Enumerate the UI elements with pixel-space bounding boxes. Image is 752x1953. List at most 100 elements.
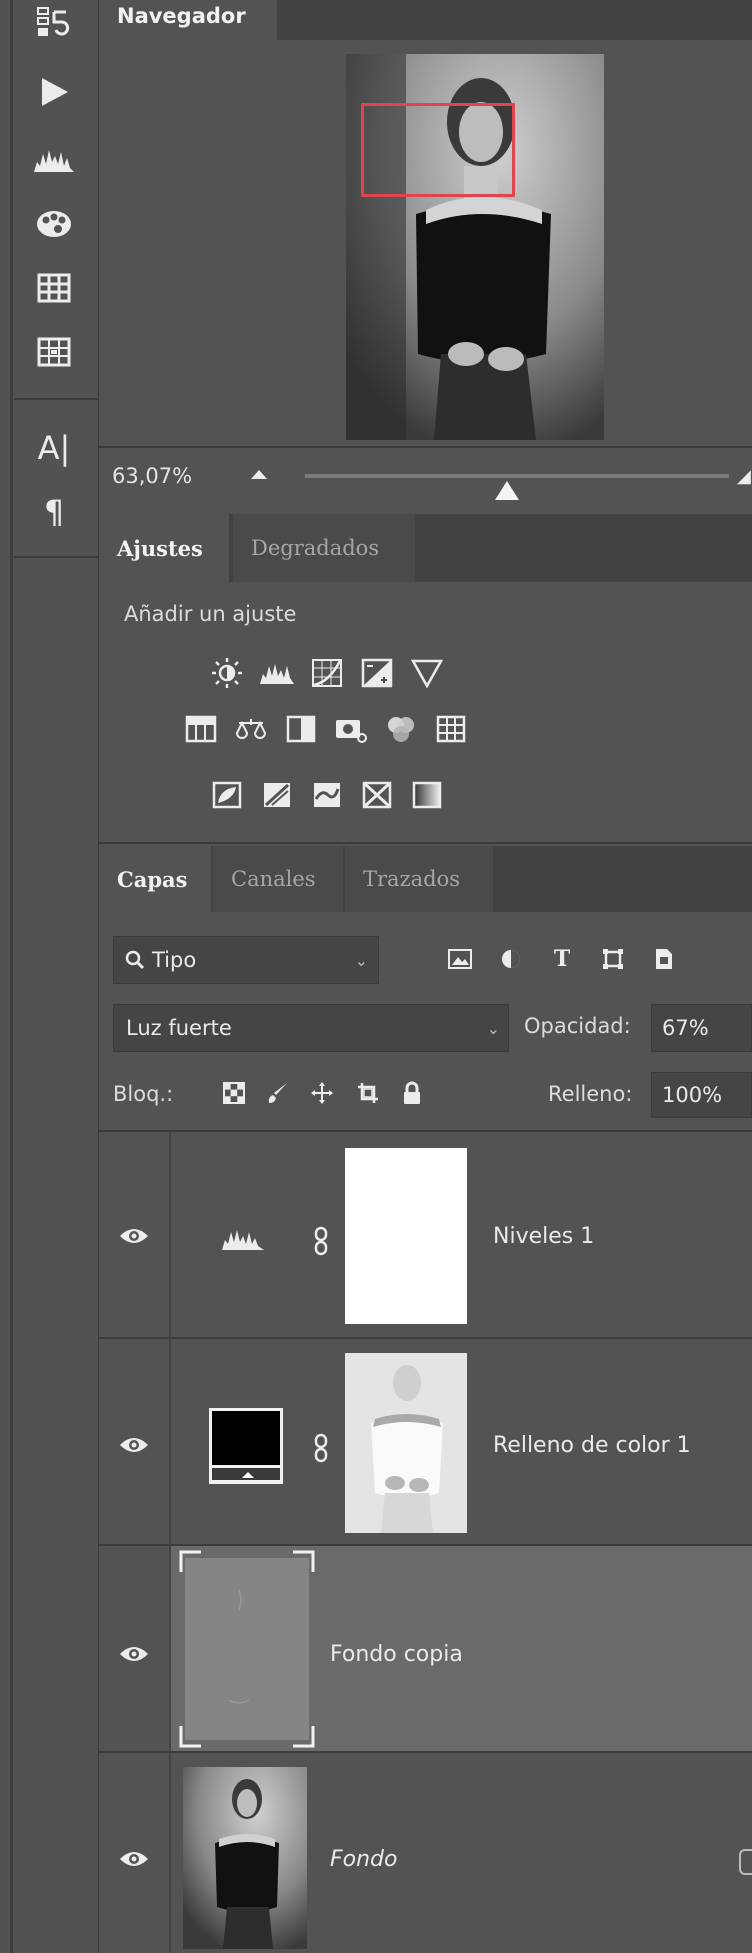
tab-paths-label: Trazados — [363, 867, 461, 891]
lock-artboard-icon[interactable] — [353, 1078, 383, 1108]
channel-mixer-icon[interactable] — [383, 712, 419, 746]
adjustment-row-3 — [209, 778, 445, 812]
adjustments-tabbar: Ajustes Degradados — [99, 514, 752, 582]
lock-all-icon[interactable] — [397, 1078, 427, 1108]
threshold-icon[interactable] — [309, 778, 345, 812]
gradient-map-icon[interactable] — [409, 778, 445, 812]
table-grid-icon[interactable] — [30, 268, 78, 308]
add-adjustment-label: Añadir un ajuste — [124, 602, 297, 626]
layers-tabbar: Capas Canales Trazados — [99, 846, 752, 912]
layer-thumbnail-selected[interactable] — [179, 1550, 315, 1748]
opacity-input[interactable]: 67% — [651, 1004, 752, 1052]
layer-link-icon[interactable] — [313, 1226, 329, 1256]
glyph-grid-icon[interactable] — [30, 332, 78, 372]
posterize-icon[interactable] — [259, 778, 295, 812]
play-action-icon[interactable] — [30, 72, 78, 112]
lock-image-pixels-icon[interactable] — [263, 1078, 293, 1108]
fill-label: Relleno: — [548, 1082, 633, 1106]
levels-adjustment-icon — [222, 1230, 264, 1250]
lock-position-icon[interactable] — [307, 1078, 337, 1108]
tool-strip: A| ¶ — [0, 0, 99, 1953]
zoom-value[interactable]: 63,07% — [112, 464, 192, 488]
blend-mode-select[interactable]: Luz fuerte ⌄ — [113, 1004, 509, 1052]
tab-adjustments[interactable]: Ajustes — [99, 514, 229, 582]
filter-adjustment-icon[interactable] — [496, 944, 526, 974]
navigator-divider — [99, 446, 752, 448]
filter-shape-icon[interactable] — [598, 944, 628, 974]
zoom-slider-track[interactable] — [305, 474, 729, 478]
toolbar-edge — [10, 0, 13, 1953]
filter-type-icon[interactable]: T — [547, 944, 577, 974]
photo-filter-icon[interactable] — [333, 712, 369, 746]
search-icon — [125, 950, 145, 970]
toolbar-divider — [14, 398, 98, 400]
layer-filter-select[interactable]: Tipo ⌄ — [113, 936, 379, 984]
tab-gradients-label: Degradados — [251, 536, 380, 560]
adjustments-divider — [99, 842, 752, 844]
eye-visibility-icon[interactable] — [119, 1849, 149, 1869]
layer-row-color-fill[interactable]: Relleno de color 1 — [99, 1339, 752, 1546]
eye-visibility-icon[interactable] — [119, 1644, 149, 1664]
layer-name[interactable]: Fondo — [330, 1847, 397, 1872]
layer-row-levels[interactable]: Niveles 1 — [99, 1132, 752, 1339]
layer-mask-thumbnail[interactable] — [345, 1148, 467, 1324]
toolbar-divider — [14, 556, 98, 558]
filter-pixel-icon[interactable] — [445, 944, 475, 974]
tab-layers-label: Capas — [117, 866, 188, 892]
palette-icon[interactable] — [30, 204, 78, 244]
selective-color-icon[interactable] — [359, 778, 395, 812]
levels-icon[interactable] — [259, 656, 295, 690]
navigator-view-frame[interactable] — [361, 103, 515, 197]
tab-adjustments-label: Ajustes — [117, 535, 203, 561]
layer-name[interactable]: Fondo copia — [330, 1642, 463, 1667]
character-text-icon[interactable]: A| — [30, 428, 78, 468]
lock-icon[interactable] — [739, 1849, 752, 1875]
paragraph-icon[interactable]: ¶ — [30, 492, 78, 532]
filter-smart-object-icon[interactable] — [649, 944, 679, 974]
brightness-contrast-icon[interactable] — [209, 656, 245, 690]
chevron-down-icon: ⌄ — [354, 950, 368, 970]
invert-icon[interactable] — [209, 778, 245, 812]
layer-name[interactable]: Relleno de color 1 — [493, 1433, 691, 1458]
tab-channels[interactable]: Canales — [213, 846, 343, 912]
black-white-icon[interactable] — [283, 712, 319, 746]
layer-filter-label: Tipo — [152, 948, 197, 972]
lock-label: Bloq.: — [113, 1082, 174, 1106]
zoom-slider-handle[interactable] — [493, 480, 521, 502]
layer-thumbnail[interactable] — [183, 1767, 307, 1949]
character-symbol: A| — [37, 429, 71, 467]
adjustment-row-1 — [209, 656, 445, 690]
zoom-in-icon[interactable]: ◢ — [737, 466, 752, 487]
tab-navigator-label: Navegador — [117, 4, 246, 28]
tab-gradients[interactable]: Degradados — [233, 514, 415, 582]
tab-layers[interactable]: Capas — [99, 846, 211, 912]
layer-link-icon[interactable] — [313, 1433, 329, 1463]
adjustment-row-2 — [183, 712, 469, 746]
eye-visibility-icon[interactable] — [119, 1435, 149, 1455]
eye-visibility-icon[interactable] — [119, 1226, 149, 1246]
layer-name[interactable]: Niveles 1 — [493, 1224, 594, 1249]
blend-mode-value: Luz fuerte — [126, 1016, 232, 1040]
histogram-icon[interactable] — [30, 138, 78, 178]
opacity-label: Opacidad: — [524, 1014, 631, 1038]
panels-column: Navegador 63,07% ◢ Ajustes Degradados Añ… — [99, 0, 752, 1953]
exposure-icon[interactable] — [359, 656, 395, 690]
chevron-down-icon: ⌄ — [486, 1018, 500, 1038]
layer-row-background[interactable]: Fondo — [99, 1753, 752, 1953]
lock-transparent-pixels-icon[interactable] — [219, 1078, 249, 1108]
color-lookup-icon[interactable] — [433, 712, 469, 746]
zoom-out-icon[interactable] — [249, 466, 269, 480]
hue-saturation-icon[interactable] — [183, 712, 219, 746]
tab-navigator[interactable]: Navegador — [99, 0, 277, 40]
color-balance-icon[interactable] — [233, 712, 269, 746]
tab-channels-label: Canales — [231, 867, 316, 891]
navigator-tabbar: Navegador — [99, 0, 752, 40]
fill-input[interactable]: 100% — [651, 1072, 752, 1118]
vibrance-icon[interactable] — [409, 656, 445, 690]
tab-paths[interactable]: Trazados — [345, 846, 493, 912]
fill-color-swatch[interactable] — [209, 1408, 283, 1484]
history-icon[interactable] — [30, 4, 78, 44]
curves-icon[interactable] — [309, 656, 345, 690]
layer-row-background-copy[interactable]: Fondo copia — [99, 1546, 752, 1753]
layer-mask-thumbnail[interactable] — [345, 1353, 467, 1533]
